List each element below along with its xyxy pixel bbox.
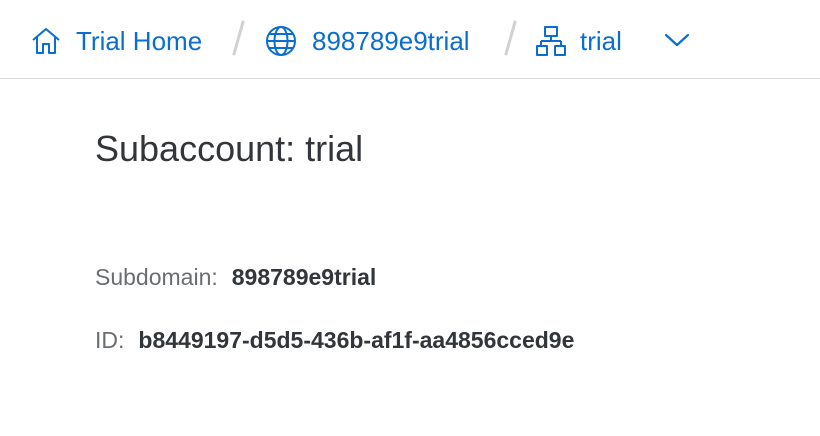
globe-icon (264, 24, 298, 58)
breadcrumb: Trial Home 898789e9trial trial (0, 0, 820, 79)
breadcrumb-item-label: trial (580, 25, 622, 56)
page-title: Subaccount: trial (95, 128, 364, 169)
home-icon (30, 25, 62, 57)
breadcrumb-item-subaccount[interactable]: trial (536, 22, 622, 60)
breadcrumb-item-trial-home[interactable]: Trial Home (30, 22, 202, 60)
subdomain-field: Subdomain: 898789e9trial (95, 264, 376, 291)
subdomain-label: Subdomain: (95, 264, 218, 290)
chevron-down-icon (663, 32, 691, 53)
breadcrumb-separator (503, 18, 517, 58)
breadcrumb-item-global-account[interactable]: 898789e9trial (264, 22, 470, 60)
id-label: ID: (95, 327, 125, 353)
hierarchy-icon (536, 25, 566, 57)
breadcrumb-item-label: 898789e9trial (312, 25, 470, 56)
subdomain-value: 898789e9trial (231, 264, 377, 290)
id-field: ID: b8449197-d5d5-436b-af1f-aa4856cced9e (95, 327, 574, 354)
breadcrumb-dropdown-button[interactable] (660, 28, 694, 56)
breadcrumb-separator (231, 18, 245, 58)
breadcrumb-item-label: Trial Home (76, 25, 203, 56)
id-value: b8449197-d5d5-436b-af1f-aa4856cced9e (138, 327, 575, 353)
